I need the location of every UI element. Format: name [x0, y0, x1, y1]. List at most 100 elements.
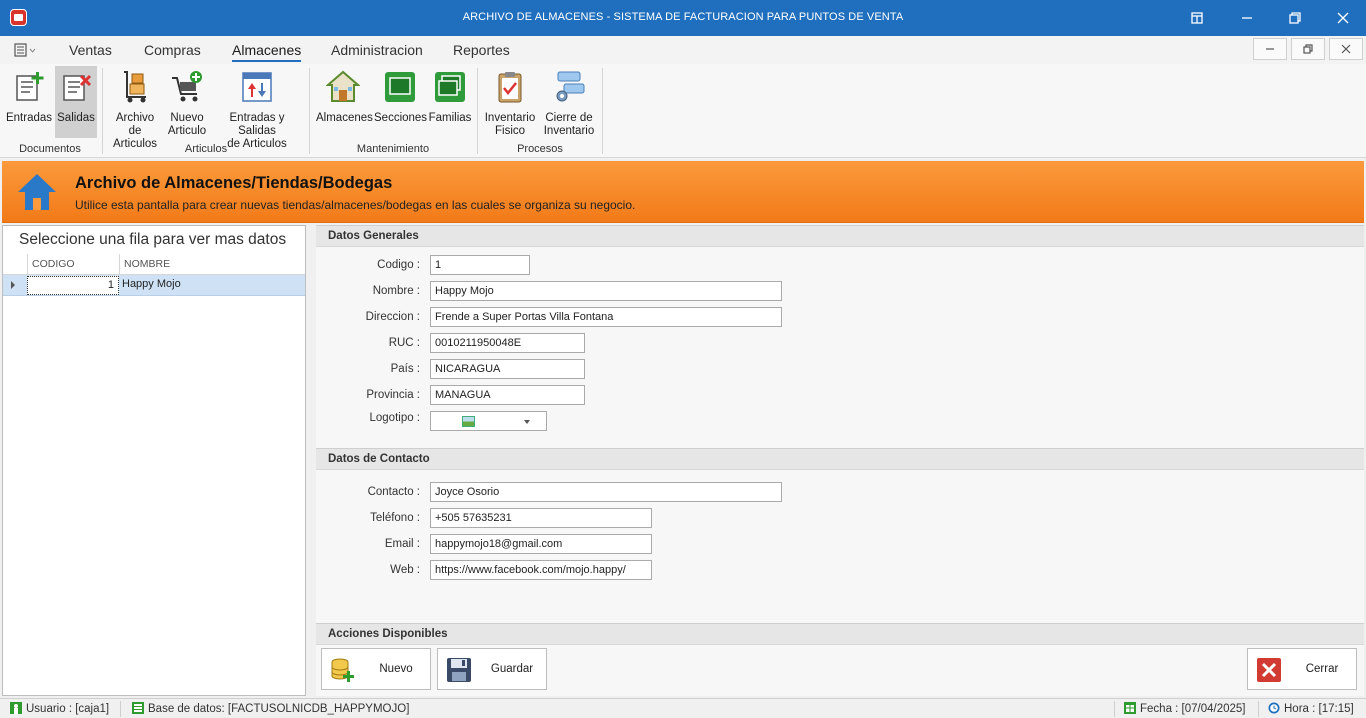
detail-panel: Datos Generales Codigo : Nombre : Direcc… [316, 225, 1364, 696]
archivo-articulos-label-1: Archivo de [115, 112, 155, 137]
provincia-label: Provincia : [366, 389, 420, 401]
cart-add-icon [172, 71, 202, 102]
direccion-field[interactable] [430, 307, 782, 327]
maximize-button[interactable] [1272, 4, 1318, 32]
tab-compras[interactable]: Compras [144, 42, 201, 58]
grid-title: Seleccione una fila para ver mas datos [19, 231, 287, 248]
status-usuario: Usuario : [caja1] [10, 702, 109, 715]
restore-layout-icon[interactable] [1174, 4, 1220, 32]
table-row[interactable]: 1 Happy Mojo [3, 275, 305, 296]
ribbon-separator [602, 68, 603, 154]
almacenes-button[interactable]: Almacenes [316, 66, 373, 138]
database-icon [132, 702, 144, 714]
tab-almacenes[interactable]: Almacenes [232, 42, 302, 62]
entradas-button[interactable]: Entradas [4, 66, 54, 138]
inventario-fisico-label-1: Inventario [484, 112, 536, 124]
status-base-datos: Base de datos: [FACTUSOLNICDB_HAPPYMOJO] [132, 702, 409, 715]
usuario-text: Usuario : [caja1] [26, 703, 110, 715]
ribbon-separator [309, 68, 310, 154]
codigo-label: Codigo : [377, 259, 420, 271]
archivo-articulos-button[interactable]: Archivo de Articulos [108, 66, 162, 150]
ribbon-separator [102, 68, 103, 154]
group-mantenimiento: Mantenimiento [356, 143, 430, 155]
network-settings-icon [556, 71, 585, 102]
clipboard-check-icon [498, 72, 522, 103]
column-header-nombre[interactable]: NOMBRE [119, 254, 305, 275]
image-icon [462, 416, 475, 427]
almacenes-label: Almacenes [316, 112, 373, 124]
page-title: Archivo de Almacenes/Tiendas/Bodegas [75, 174, 393, 192]
mdi-close-button[interactable] [1329, 38, 1363, 60]
nuevo-articulo-label-2: Articulo [167, 125, 207, 137]
nuevo-button[interactable]: Nuevo [321, 648, 431, 690]
web-label: Web : [390, 564, 420, 576]
column-header-codigo[interactable]: CODIGO [27, 254, 119, 275]
cerrar-button[interactable]: Cerrar [1247, 648, 1357, 690]
secciones-label: Secciones [374, 112, 428, 124]
hand-truck-icon [124, 71, 146, 103]
status-bar: Usuario : [caja1] Base de datos: [FACTUS… [0, 698, 1366, 718]
tab-reportes[interactable]: Reportes [453, 42, 510, 58]
contacto-field[interactable] [430, 482, 782, 502]
email-field[interactable] [430, 534, 652, 554]
user-icon [10, 702, 22, 714]
cierre-inventario-button[interactable]: Cierre de Inventario [541, 66, 597, 138]
guardar-button[interactable]: Guardar [437, 648, 547, 690]
close-button[interactable] [1320, 4, 1366, 32]
familias-label: Familias [428, 112, 472, 124]
window-title: ARCHIVO DE ALMACENES - SISTEMA DE FACTUR… [462, 11, 904, 23]
clock-icon [1268, 702, 1280, 714]
save-icon [447, 658, 471, 682]
hora-text: Hora : [17:15] [1284, 703, 1354, 715]
ribbon-body: Entradas Salidas Documentos Archivo de A… [0, 64, 1366, 158]
document-remove-icon [63, 74, 92, 101]
telefono-field[interactable] [430, 508, 652, 528]
email-label: Email : [384, 538, 420, 550]
inventario-fisico-button[interactable]: Inventario Fisico [482, 66, 538, 138]
inventario-fisico-label-2: Fisico [494, 125, 526, 137]
group-documentos: Documentos [19, 143, 81, 155]
secciones-button[interactable]: Secciones [374, 66, 428, 138]
chevron-down-icon[interactable] [524, 420, 530, 424]
nuevo-label: Nuevo [379, 663, 413, 675]
mdi-minimize-button[interactable] [1253, 38, 1287, 60]
page-header-banner: Archivo de Almacenes/Tiendas/Bodegas Uti… [2, 161, 1364, 223]
entradas-label: Entradas [5, 112, 53, 124]
status-fecha: Fecha : [07/04/2025] [1124, 702, 1246, 715]
provincia-field[interactable] [430, 385, 585, 405]
nuevo-articulo-label-1: Nuevo [170, 112, 204, 124]
nombre-field[interactable] [430, 281, 782, 301]
pais-label: País : [390, 363, 420, 375]
minimize-button[interactable] [1224, 4, 1270, 32]
mdi-restore-button[interactable] [1291, 38, 1325, 60]
warehouse-icon [325, 70, 361, 102]
entradas-salidas-button[interactable]: Entradas y Salidas de Articulos [211, 66, 303, 150]
close-icon [1257, 658, 1281, 682]
ribbon-menu-icon[interactable] [14, 43, 38, 57]
familias-button[interactable]: Familias [428, 66, 472, 138]
document-add-icon [16, 72, 44, 101]
cierre-inventario-label-2: Inventario [543, 125, 595, 137]
page-subtitle: Utilice esta pantalla para crear nuevas … [75, 198, 636, 212]
web-field[interactable] [430, 560, 652, 580]
nombre-label: Nombre : [372, 285, 420, 297]
status-separator [120, 701, 121, 717]
tab-administracion[interactable]: Administracion [331, 42, 423, 58]
salidas-button[interactable]: Salidas [55, 66, 97, 138]
calendar-icon [1124, 702, 1136, 714]
pais-field[interactable] [430, 359, 585, 379]
cell-nombre[interactable]: Happy Mojo [122, 278, 181, 290]
ruc-field[interactable] [430, 333, 585, 353]
codigo-field[interactable] [430, 255, 530, 275]
cell-codigo[interactable]: 1 [27, 276, 119, 295]
title-bar: ARCHIVO DE ALMACENES - SISTEMA DE FACTUR… [0, 0, 1366, 36]
salidas-label: Salidas [57, 112, 95, 124]
section-datos-contacto: Datos de Contacto [316, 448, 1364, 470]
families-icon [435, 72, 465, 102]
logotipo-picker[interactable] [430, 411, 547, 431]
direccion-label: Direccion : [365, 311, 420, 323]
entradas-salidas-label-1: Entradas y Salidas [229, 112, 285, 137]
nuevo-articulo-button[interactable]: Nuevo Articulo [164, 66, 210, 138]
database-add-icon [331, 658, 354, 682]
tab-ventas[interactable]: Ventas [69, 42, 112, 58]
